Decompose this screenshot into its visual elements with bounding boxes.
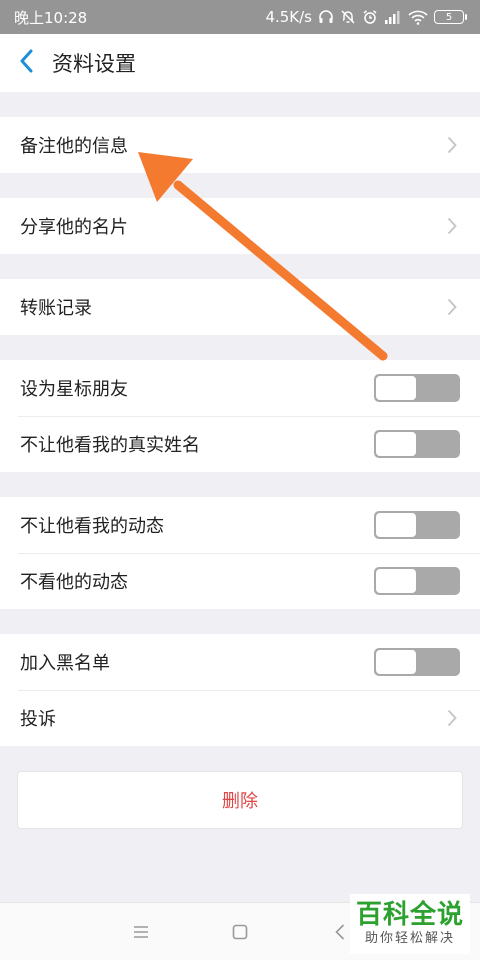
row-share-card[interactable]: 分享他的名片 bbox=[0, 198, 480, 254]
row-label: 加入黑名单 bbox=[20, 653, 110, 674]
settings-group-moments: 不让他看我的动态 不看他的动态 bbox=[0, 497, 480, 609]
row-label: 分享他的名片 bbox=[20, 217, 128, 238]
wifi-icon bbox=[408, 10, 428, 25]
row-hide-his-moments: 不看他的动态 bbox=[0, 553, 480, 609]
toggle-knob bbox=[376, 432, 416, 456]
net-speed: 4.5K/s bbox=[265, 8, 312, 26]
row-label: 设为星标朋友 bbox=[20, 379, 128, 400]
blacklist-toggle[interactable] bbox=[374, 648, 460, 676]
toggle-knob bbox=[376, 376, 416, 400]
row-label: 投诉 bbox=[20, 709, 56, 730]
chevron-left-icon bbox=[19, 49, 33, 77]
row-label: 不看他的动态 bbox=[20, 572, 128, 593]
mute-bell-icon bbox=[340, 9, 356, 25]
menu-icon[interactable] bbox=[111, 903, 171, 960]
row-blacklist: 加入黑名单 bbox=[0, 634, 480, 690]
back-button[interactable] bbox=[0, 34, 52, 92]
settings-group-block: 加入黑名单 投诉 bbox=[0, 634, 480, 746]
row-transfer-records[interactable]: 转账记录 bbox=[0, 279, 480, 335]
settings-group-remark: 备注他的信息 bbox=[0, 117, 480, 173]
row-label: 转账记录 bbox=[20, 298, 92, 319]
status-icons: 4.5K/s 5 bbox=[265, 8, 467, 26]
row-complain[interactable]: 投诉 bbox=[0, 690, 480, 746]
chevron-right-icon bbox=[444, 216, 460, 236]
battery-level: 5 bbox=[445, 11, 453, 23]
row-remark-info[interactable]: 备注他的信息 bbox=[0, 117, 480, 173]
home-icon[interactable] bbox=[210, 903, 270, 960]
toggle-knob bbox=[376, 650, 416, 674]
alarm-icon bbox=[362, 9, 378, 25]
star-friend-toggle[interactable] bbox=[374, 374, 460, 402]
row-hide-real-name: 不让他看我的真实姓名 bbox=[0, 416, 480, 472]
battery-icon: 5 bbox=[434, 10, 467, 24]
chevron-right-icon bbox=[444, 135, 460, 155]
hide-his-moments-toggle[interactable] bbox=[374, 567, 460, 595]
hide-real-name-toggle[interactable] bbox=[374, 430, 460, 458]
settings-group-transfer: 转账记录 bbox=[0, 279, 480, 335]
delete-button[interactable]: 删除 bbox=[17, 771, 463, 829]
toggle-knob bbox=[376, 569, 416, 593]
status-bar: 晚上10:28 4.5K/s 5 bbox=[0, 0, 480, 34]
row-star-friend: 设为星标朋友 bbox=[0, 360, 480, 416]
hide-my-moments-toggle[interactable] bbox=[374, 511, 460, 539]
watermark-logo: 百科全说 助你轻松解决 bbox=[350, 894, 470, 954]
watermark-subtitle: 助你轻松解决 bbox=[364, 931, 455, 946]
row-label: 备注他的信息 bbox=[20, 136, 128, 157]
row-label: 不让他看我的动态 bbox=[20, 516, 164, 537]
row-label: 不让他看我的真实姓名 bbox=[20, 435, 200, 456]
toggle-knob bbox=[376, 513, 416, 537]
watermark-title: 百科全说 bbox=[355, 900, 464, 930]
page-title: 资料设置 bbox=[52, 52, 136, 76]
chevron-right-icon bbox=[444, 297, 460, 317]
settings-group-share: 分享他的名片 bbox=[0, 198, 480, 254]
row-hide-my-moments: 不让他看我的动态 bbox=[0, 497, 480, 553]
settings-group-privacy: 设为星标朋友 不让他看我的真实姓名 bbox=[0, 360, 480, 472]
nav-bar: 资料设置 bbox=[0, 34, 480, 92]
status-time: 晚上10:28 bbox=[14, 8, 88, 27]
chevron-right-icon bbox=[444, 708, 460, 728]
signal-icon bbox=[384, 10, 402, 24]
headphone-icon bbox=[318, 9, 334, 25]
